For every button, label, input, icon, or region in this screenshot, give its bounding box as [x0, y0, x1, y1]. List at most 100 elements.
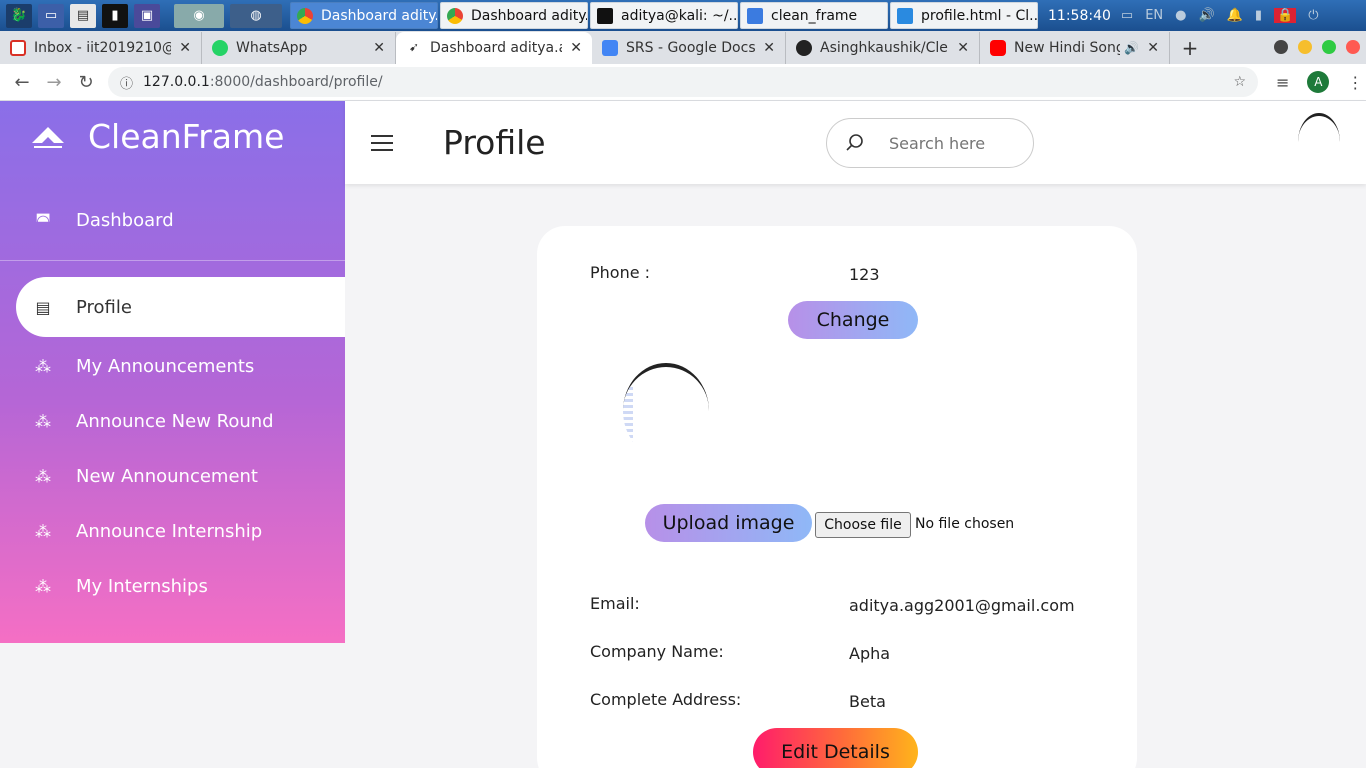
- brand[interactable]: CleanFrame: [0, 101, 345, 171]
- divider: [0, 260, 345, 261]
- sidebar-item-label: Dashboard: [76, 210, 174, 231]
- os-taskbar: 🐉 ▭ ▤ ▮ ▣ ◉ ◍ Dashboard adity... Dashboa…: [0, 0, 1366, 31]
- sidebar-item-announce-internship[interactable]: ⁂ Announce Internship: [0, 504, 345, 559]
- terminal-icon[interactable]: ▮: [102, 3, 128, 28]
- toolbar-right: ≡ A ⋮: [1276, 71, 1363, 93]
- url-input[interactable]: ⓘ 127.0.0.1 :8000/dashboard/profile/ ☆: [108, 67, 1258, 97]
- tab-label: Asinghkaushik/Cle: [820, 40, 948, 56]
- sidebar-item-dashboard[interactable]: ◚ Dashboard: [0, 193, 345, 248]
- url-host: 127.0.0.1: [143, 74, 210, 90]
- sidebar-item-label: Announce New Round: [76, 411, 274, 432]
- sidebar-item-my-announcements[interactable]: ⁂ My Announcements: [0, 339, 345, 394]
- workspace-icon[interactable]: ▭: [38, 3, 64, 28]
- search-input[interactable]: [889, 133, 1019, 153]
- clock: 11:58:40: [1048, 7, 1111, 24]
- battery-icon[interactable]: ▮: [1255, 8, 1262, 23]
- tab-srs-docs[interactable]: SRS - Google Docs ✕: [592, 32, 786, 64]
- display-icon[interactable]: ▭: [1121, 8, 1133, 23]
- company-label: Company Name:: [590, 642, 724, 661]
- minimize-button[interactable]: [1298, 40, 1312, 54]
- upload-image-button[interactable]: Upload image: [645, 504, 812, 542]
- back-icon[interactable]: ←: [6, 72, 38, 93]
- brand-name: CleanFrame: [88, 116, 285, 156]
- reload-icon[interactable]: ↻: [70, 72, 102, 93]
- close-icon[interactable]: ✕: [763, 40, 775, 56]
- taskbar-app-label: profile.html - Cl...: [921, 7, 1038, 24]
- whatsapp-icon: [212, 40, 228, 56]
- site-info-icon[interactable]: ⓘ: [120, 73, 133, 92]
- notification-icon[interactable]: 🔔: [1227, 8, 1243, 23]
- tab-github[interactable]: Asinghkaushik/Cle ✕: [786, 32, 980, 64]
- lock-icon[interactable]: 🔒: [1274, 8, 1297, 23]
- profile-avatar[interactable]: A: [1307, 71, 1330, 93]
- id-card-icon: ▤: [35, 297, 51, 317]
- users-icon: ⁂: [35, 412, 51, 431]
- address-bar: ← → ↻ ⓘ 127.0.0.1 :8000/dashboard/profil…: [0, 64, 1366, 101]
- chrome-launcher-icon[interactable]: ◉: [174, 3, 224, 28]
- user-avatar[interactable]: [1298, 113, 1340, 171]
- sidebar-item-profile[interactable]: ▤ Profile: [16, 277, 345, 337]
- logout-icon[interactable]: ⏻: [1308, 8, 1318, 23]
- maximize-button[interactable]: [1322, 40, 1336, 54]
- tab-label: WhatsApp: [236, 40, 308, 56]
- sidebar-item-label: My Announcements: [76, 356, 255, 377]
- menu-toggle-icon[interactable]: [371, 134, 393, 151]
- google-docs-icon: [602, 40, 618, 56]
- new-tab-button[interactable]: +: [1170, 32, 1210, 64]
- sidebar-item-new-announcement[interactable]: ⁂ New Announcement: [0, 449, 345, 504]
- change-button[interactable]: Change: [788, 301, 918, 339]
- tab-dashboard[interactable]: ➹ Dashboard aditya.a ✕: [396, 32, 592, 64]
- taskbar-app-terminal[interactable]: aditya@kali: ~/...: [590, 2, 738, 29]
- close-icon[interactable]: ✕: [957, 40, 969, 56]
- phone-value: 123: [849, 265, 880, 284]
- dashboard-icon: ◚: [35, 211, 51, 230]
- users-icon: ⁂: [35, 577, 51, 596]
- sidebar-item-announce-new-round[interactable]: ⁂ Announce New Round: [0, 394, 345, 449]
- close-window-button[interactable]: [1346, 40, 1360, 54]
- tab-search-icon[interactable]: [1274, 40, 1288, 54]
- taskbar-app-dashboard-2[interactable]: Dashboard adity...: [440, 2, 588, 29]
- close-icon[interactable]: ✕: [373, 40, 385, 56]
- taskbar-app-vscode[interactable]: profile.html - Cl...: [890, 2, 1038, 29]
- address-value: Beta: [849, 692, 886, 711]
- search-box[interactable]: [826, 118, 1034, 168]
- firefox-launcher-icon[interactable]: ◍: [230, 3, 282, 28]
- close-icon[interactable]: ✕: [1147, 40, 1159, 56]
- taskbar-app-label: Dashboard adity...: [321, 7, 438, 24]
- folder-icon: [747, 7, 763, 24]
- taskbar-app-label: Dashboard adity...: [471, 7, 588, 24]
- taskbar-app-label: clean_frame: [771, 7, 858, 24]
- taskbar-app-dashboard-1[interactable]: Dashboard adity...: [290, 2, 438, 29]
- choose-file-button[interactable]: Choose file: [815, 512, 911, 538]
- gmail-icon: [10, 40, 26, 56]
- screen-record-icon[interactable]: ▣: [134, 3, 160, 28]
- sidebar: CleanFrame ◚ Dashboard ▤ Profile ⁂ My An…: [0, 101, 345, 643]
- tab-inbox[interactable]: Inbox - iit2019210@ ✕: [0, 32, 202, 64]
- reading-list-icon[interactable]: ≡: [1276, 73, 1289, 92]
- github-icon: [796, 40, 812, 56]
- search-icon: [846, 134, 863, 151]
- close-icon[interactable]: ✕: [179, 40, 191, 56]
- tab-label: Inbox - iit2019210@: [34, 40, 172, 56]
- bookmark-star-icon[interactable]: ☆: [1233, 74, 1246, 90]
- users-icon: ⁂: [35, 357, 51, 376]
- page-title: Profile: [443, 123, 546, 162]
- audio-playing-icon[interactable]: 🔊: [1124, 41, 1139, 55]
- close-icon[interactable]: ✕: [570, 40, 582, 56]
- tab-label: Dashboard aditya.a: [430, 40, 563, 56]
- taskbar-app-folder[interactable]: clean_frame: [740, 2, 888, 29]
- forward-icon[interactable]: →: [38, 72, 70, 93]
- edit-details-button[interactable]: Edit Details: [753, 728, 918, 768]
- sidebar-item-my-internships[interactable]: ⁂ My Internships: [0, 559, 345, 614]
- menu-icon[interactable]: ⋮: [1347, 73, 1363, 92]
- file-manager-icon[interactable]: ▤: [70, 3, 96, 28]
- language-indicator[interactable]: EN: [1145, 8, 1163, 23]
- volume-icon[interactable]: 🔊: [1198, 8, 1214, 23]
- tab-whatsapp[interactable]: WhatsApp ✕: [202, 32, 396, 64]
- window-controls: [1274, 40, 1360, 54]
- tab-youtube[interactable]: New Hindi Song 🔊 ✕: [980, 32, 1170, 64]
- network-icon[interactable]: ●: [1175, 8, 1186, 23]
- cleanframe-icon: ➹: [406, 40, 422, 56]
- phone-label: Phone :: [590, 263, 651, 282]
- kali-menu-icon[interactable]: 🐉: [6, 3, 32, 28]
